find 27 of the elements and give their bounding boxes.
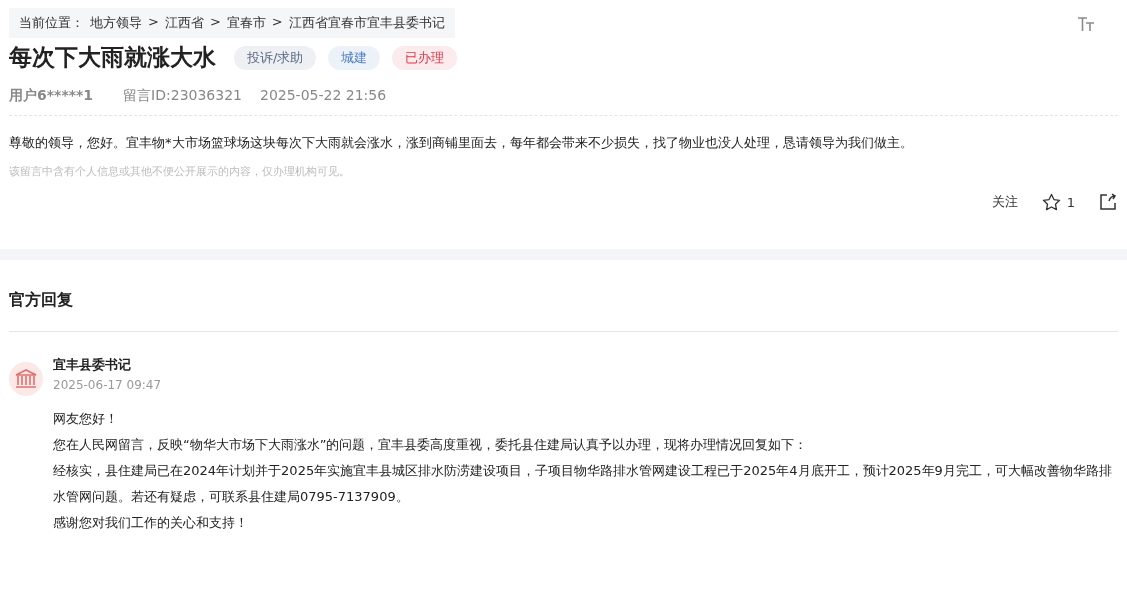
reply-time: 2025-06-17 09:47: [53, 378, 163, 392]
category-tag: 已办理: [392, 45, 458, 70]
category-tag: 城建: [328, 45, 381, 70]
breadcrumb-link[interactable]: 宜春市: [226, 14, 266, 32]
follow-button[interactable]: 关注: [991, 193, 1018, 211]
post-time: 2025-05-22 21:56: [260, 87, 387, 105]
reply-author: 宜丰县委书记: [53, 356, 132, 374]
reply-paragraph: 感谢您对我们工作的关心和支持！: [53, 514, 249, 532]
message-title: 每次下大雨就涨大水: [9, 43, 216, 72]
font-size-icon[interactable]: [1077, 16, 1095, 32]
breadcrumb-separator: >: [209, 14, 221, 31]
share-icon[interactable]: [1099, 193, 1117, 211]
category-tag: 投诉/求助: [234, 45, 317, 70]
breadcrumb-link[interactable]: 江西省: [164, 14, 204, 32]
breadcrumb-link[interactable]: 地方领导: [90, 14, 142, 32]
message-id: 留言ID:23036321: [123, 87, 242, 105]
breadcrumb-link[interactable]: 江西省宜春市宜丰县委书记: [288, 14, 445, 32]
breadcrumb-label: 当前位置：: [19, 14, 84, 32]
message-text: 尊敬的领导，您好。宜丰物*大市场篮球场这块每次下大雨就会涨水，涨到商铺里面去，每年都会带来不少损失，找了物业也没人处理，恳请领导为我们做主。: [9, 134, 914, 152]
breadcrumb-separator: >: [148, 14, 159, 31]
government-building-icon: [9, 362, 43, 396]
reply-paragraph: 网友您好！: [53, 410, 119, 428]
reply-paragraph: 经核实，县住建局已在2024年计划并于2025年实施宜丰县城区排水防涝建设项目，子项目物华路排水管网建设工程已于2025年4月底开工，预计2025年9月完工，可大幅改善物华路排水管网问题。若还有疑虑，可联系县住建局0795-7137909。: [53, 462, 1113, 506]
user-name: 用户6*****1: [9, 87, 94, 105]
breadcrumb-separator: >: [271, 14, 283, 31]
reply-paragraph: 您在人民网留言，反映“物华大市场下大雨涨水”的问题，宜丰县委高度重视，委托县住建局认真予以办理，现将办理情况回复如下：: [53, 436, 809, 454]
section-heading: 官方回复: [9, 260, 1118, 332]
